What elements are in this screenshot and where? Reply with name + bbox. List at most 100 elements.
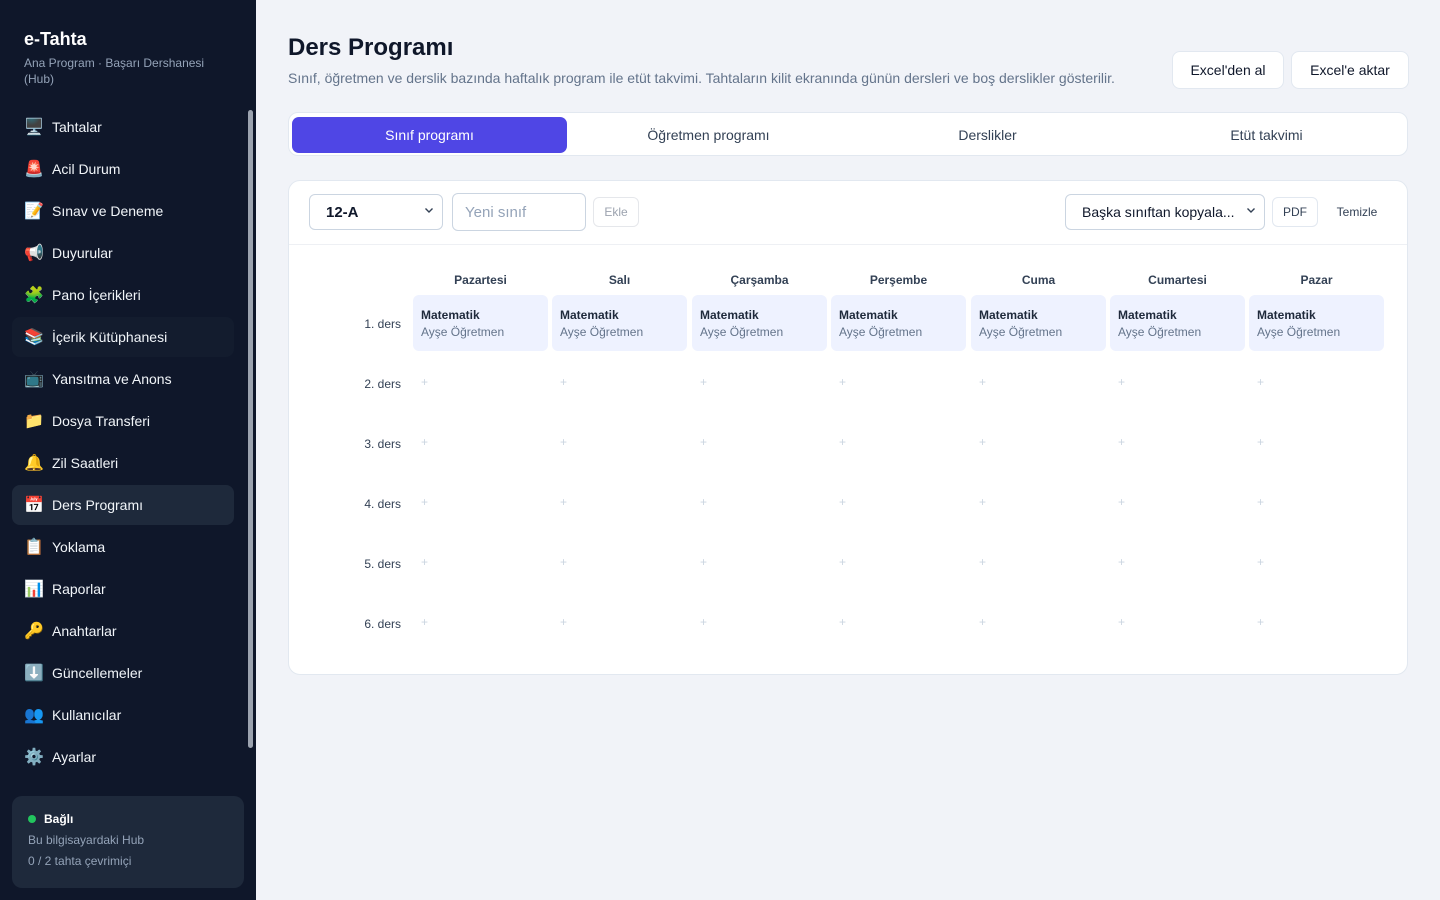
empty-lesson-cell[interactable]: + bbox=[552, 535, 687, 591]
empty-lesson-cell[interactable]: + bbox=[1110, 415, 1245, 471]
tab-teacher-schedule[interactable]: Öğretmen programı bbox=[571, 117, 846, 153]
sidebar-item-yansıtma-ve-anons[interactable]: 📺 Yansıtma ve Anons bbox=[12, 359, 234, 399]
sidebar-item-yoklama[interactable]: 📋 Yoklama bbox=[12, 527, 234, 567]
empty-lesson-cell[interactable]: + bbox=[692, 415, 827, 471]
sidebar: e-Tahta Ana Program · Başarı Dershanesi … bbox=[0, 0, 256, 900]
lesson-teacher: Ayşe Öğretmen bbox=[421, 325, 505, 339]
empty-lesson-cell[interactable]: + bbox=[831, 355, 966, 411]
export-excel-button[interactable]: Excel'e aktar bbox=[1291, 51, 1409, 89]
plus-icon: + bbox=[700, 435, 708, 449]
lesson-cell[interactable]: Matematik Ayşe Öğretmen bbox=[1110, 295, 1245, 351]
class-select[interactable]: 12-A bbox=[309, 194, 443, 230]
tab-classrooms[interactable]: Derslikler bbox=[850, 117, 1125, 153]
empty-lesson-cell[interactable]: + bbox=[831, 475, 966, 531]
sidebar-item-i̇çerik-kütüphanesi[interactable]: 📚 İçerik Kütüphanesi bbox=[12, 317, 234, 357]
empty-lesson-cell[interactable]: + bbox=[552, 415, 687, 471]
tab-class-schedule[interactable]: Sınıf programı bbox=[292, 117, 567, 153]
sidebar-item-label: Anahtarlar bbox=[52, 623, 117, 639]
lesson-cell[interactable]: Matematik Ayşe Öğretmen bbox=[552, 295, 687, 351]
app-title: e-Tahta bbox=[24, 29, 87, 49]
empty-lesson-cell[interactable]: + bbox=[413, 475, 548, 531]
empty-lesson-cell[interactable]: + bbox=[971, 475, 1106, 531]
empty-lesson-cell[interactable]: + bbox=[1110, 595, 1245, 651]
empty-lesson-cell[interactable]: + bbox=[971, 595, 1106, 651]
megaphone-icon: 📢 bbox=[24, 243, 44, 262]
lesson-teacher: Ayşe Öğretmen bbox=[1257, 325, 1341, 339]
empty-lesson-cell[interactable]: + bbox=[1249, 415, 1384, 471]
lesson-cell[interactable]: Matematik Ayşe Öğretmen bbox=[831, 295, 966, 351]
sidebar-item-dosya-transferi[interactable]: 📁 Dosya Transferi bbox=[12, 401, 234, 441]
lesson-cell[interactable]: Matematik Ayşe Öğretmen bbox=[413, 295, 548, 351]
lesson-teacher: Ayşe Öğretmen bbox=[979, 325, 1063, 339]
add-class-button[interactable]: Ekle bbox=[593, 197, 639, 227]
empty-lesson-cell[interactable]: + bbox=[413, 595, 548, 651]
sidebar-item-acil-durum[interactable]: 🚨 Acil Durum bbox=[12, 149, 234, 189]
sidebar-item-kullanıcılar[interactable]: 👥 Kullanıcılar bbox=[12, 695, 234, 735]
plus-icon: + bbox=[839, 375, 847, 389]
calendar-icon: 📅 bbox=[24, 495, 44, 514]
page-description: Sınıf, öğretmen ve derslik bazında hafta… bbox=[288, 70, 1115, 86]
day-header: Pazartesi bbox=[454, 273, 507, 287]
empty-lesson-cell[interactable]: + bbox=[692, 535, 827, 591]
sidebar-item-sınav-ve-deneme[interactable]: 📝 Sınav ve Deneme bbox=[12, 191, 234, 231]
books-icon: 📚 bbox=[24, 327, 44, 346]
empty-lesson-cell[interactable]: + bbox=[552, 595, 687, 651]
empty-lesson-cell[interactable]: + bbox=[1249, 475, 1384, 531]
empty-lesson-cell[interactable]: + bbox=[413, 415, 548, 471]
sidebar-item-label: Tahtalar bbox=[52, 119, 102, 135]
sidebar-scrollbar[interactable] bbox=[248, 110, 253, 748]
sidebar-item-güncellemeler[interactable]: ⬇️ Güncellemeler bbox=[12, 653, 234, 693]
import-excel-button[interactable]: Excel'den al bbox=[1172, 51, 1284, 89]
empty-lesson-cell[interactable]: + bbox=[692, 475, 827, 531]
empty-lesson-cell[interactable]: + bbox=[1110, 535, 1245, 591]
sidebar-item-anahtarlar[interactable]: 🔑 Anahtarlar bbox=[12, 611, 234, 651]
plus-icon: + bbox=[560, 375, 568, 389]
period-label: 3. ders bbox=[364, 437, 401, 451]
sidebar-item-ders-programı[interactable]: 📅 Ders Programı bbox=[12, 485, 234, 525]
plus-icon: + bbox=[1118, 615, 1126, 629]
empty-lesson-cell[interactable]: + bbox=[1110, 355, 1245, 411]
sidebar-item-ayarlar[interactable]: ⚙️ Ayarlar bbox=[12, 737, 234, 777]
empty-lesson-cell[interactable]: + bbox=[413, 535, 548, 591]
empty-lesson-cell[interactable]: + bbox=[971, 355, 1106, 411]
lesson-cell[interactable]: Matematik Ayşe Öğretmen bbox=[971, 295, 1106, 351]
plus-icon: + bbox=[1257, 615, 1265, 629]
empty-lesson-cell[interactable]: + bbox=[1110, 475, 1245, 531]
empty-lesson-cell[interactable]: + bbox=[1249, 535, 1384, 591]
plus-icon: + bbox=[979, 555, 987, 569]
lesson-subject: Matematik bbox=[979, 308, 1038, 322]
sidebar-item-raporlar[interactable]: 📊 Raporlar bbox=[12, 569, 234, 609]
puzzle-icon: 🧩 bbox=[24, 285, 44, 304]
empty-lesson-cell[interactable]: + bbox=[831, 535, 966, 591]
lesson-teacher: Ayşe Öğretmen bbox=[839, 325, 923, 339]
sidebar-item-zil-saatleri[interactable]: 🔔 Zil Saatleri bbox=[12, 443, 234, 483]
empty-lesson-cell[interactable]: + bbox=[971, 535, 1106, 591]
sidebar-item-tahtalar[interactable]: 🖥️ Tahtalar bbox=[12, 107, 234, 147]
empty-lesson-cell[interactable]: + bbox=[1249, 595, 1384, 651]
empty-lesson-cell[interactable]: + bbox=[552, 475, 687, 531]
pdf-button[interactable]: PDF bbox=[1272, 197, 1318, 227]
empty-lesson-cell[interactable]: + bbox=[831, 595, 966, 651]
empty-lesson-cell[interactable]: + bbox=[1249, 355, 1384, 411]
clear-button[interactable]: Temizle bbox=[1325, 197, 1389, 227]
empty-lesson-cell[interactable]: + bbox=[552, 355, 687, 411]
copy-from-class-select[interactable]: Başka sınıftan kopyala... bbox=[1065, 194, 1265, 230]
plus-icon: + bbox=[1118, 435, 1126, 449]
tab-study-calendar[interactable]: Etüt takvimi bbox=[1129, 117, 1404, 153]
empty-lesson-cell[interactable]: + bbox=[692, 595, 827, 651]
sidebar-item-label: Kullanıcılar bbox=[52, 707, 122, 723]
sidebar-item-duyurular[interactable]: 📢 Duyurular bbox=[12, 233, 234, 273]
sidebar-item-pano-i̇çerikleri[interactable]: 🧩 Pano İçerikleri bbox=[12, 275, 234, 315]
empty-lesson-cell[interactable]: + bbox=[692, 355, 827, 411]
empty-lesson-cell[interactable]: + bbox=[971, 415, 1106, 471]
empty-lesson-cell[interactable]: + bbox=[413, 355, 548, 411]
schedule-tabs: Sınıf programı Öğretmen programı Derslik… bbox=[288, 112, 1408, 156]
day-header: Cumartesi bbox=[1148, 273, 1207, 287]
plus-icon: + bbox=[560, 495, 568, 509]
empty-lesson-cell[interactable]: + bbox=[831, 415, 966, 471]
day-header: Perşembe bbox=[869, 273, 928, 287]
memo-icon: 📝 bbox=[24, 201, 44, 220]
lesson-cell[interactable]: Matematik Ayşe Öğretmen bbox=[1249, 295, 1384, 351]
new-class-input[interactable] bbox=[452, 193, 586, 231]
lesson-cell[interactable]: Matematik Ayşe Öğretmen bbox=[692, 295, 827, 351]
